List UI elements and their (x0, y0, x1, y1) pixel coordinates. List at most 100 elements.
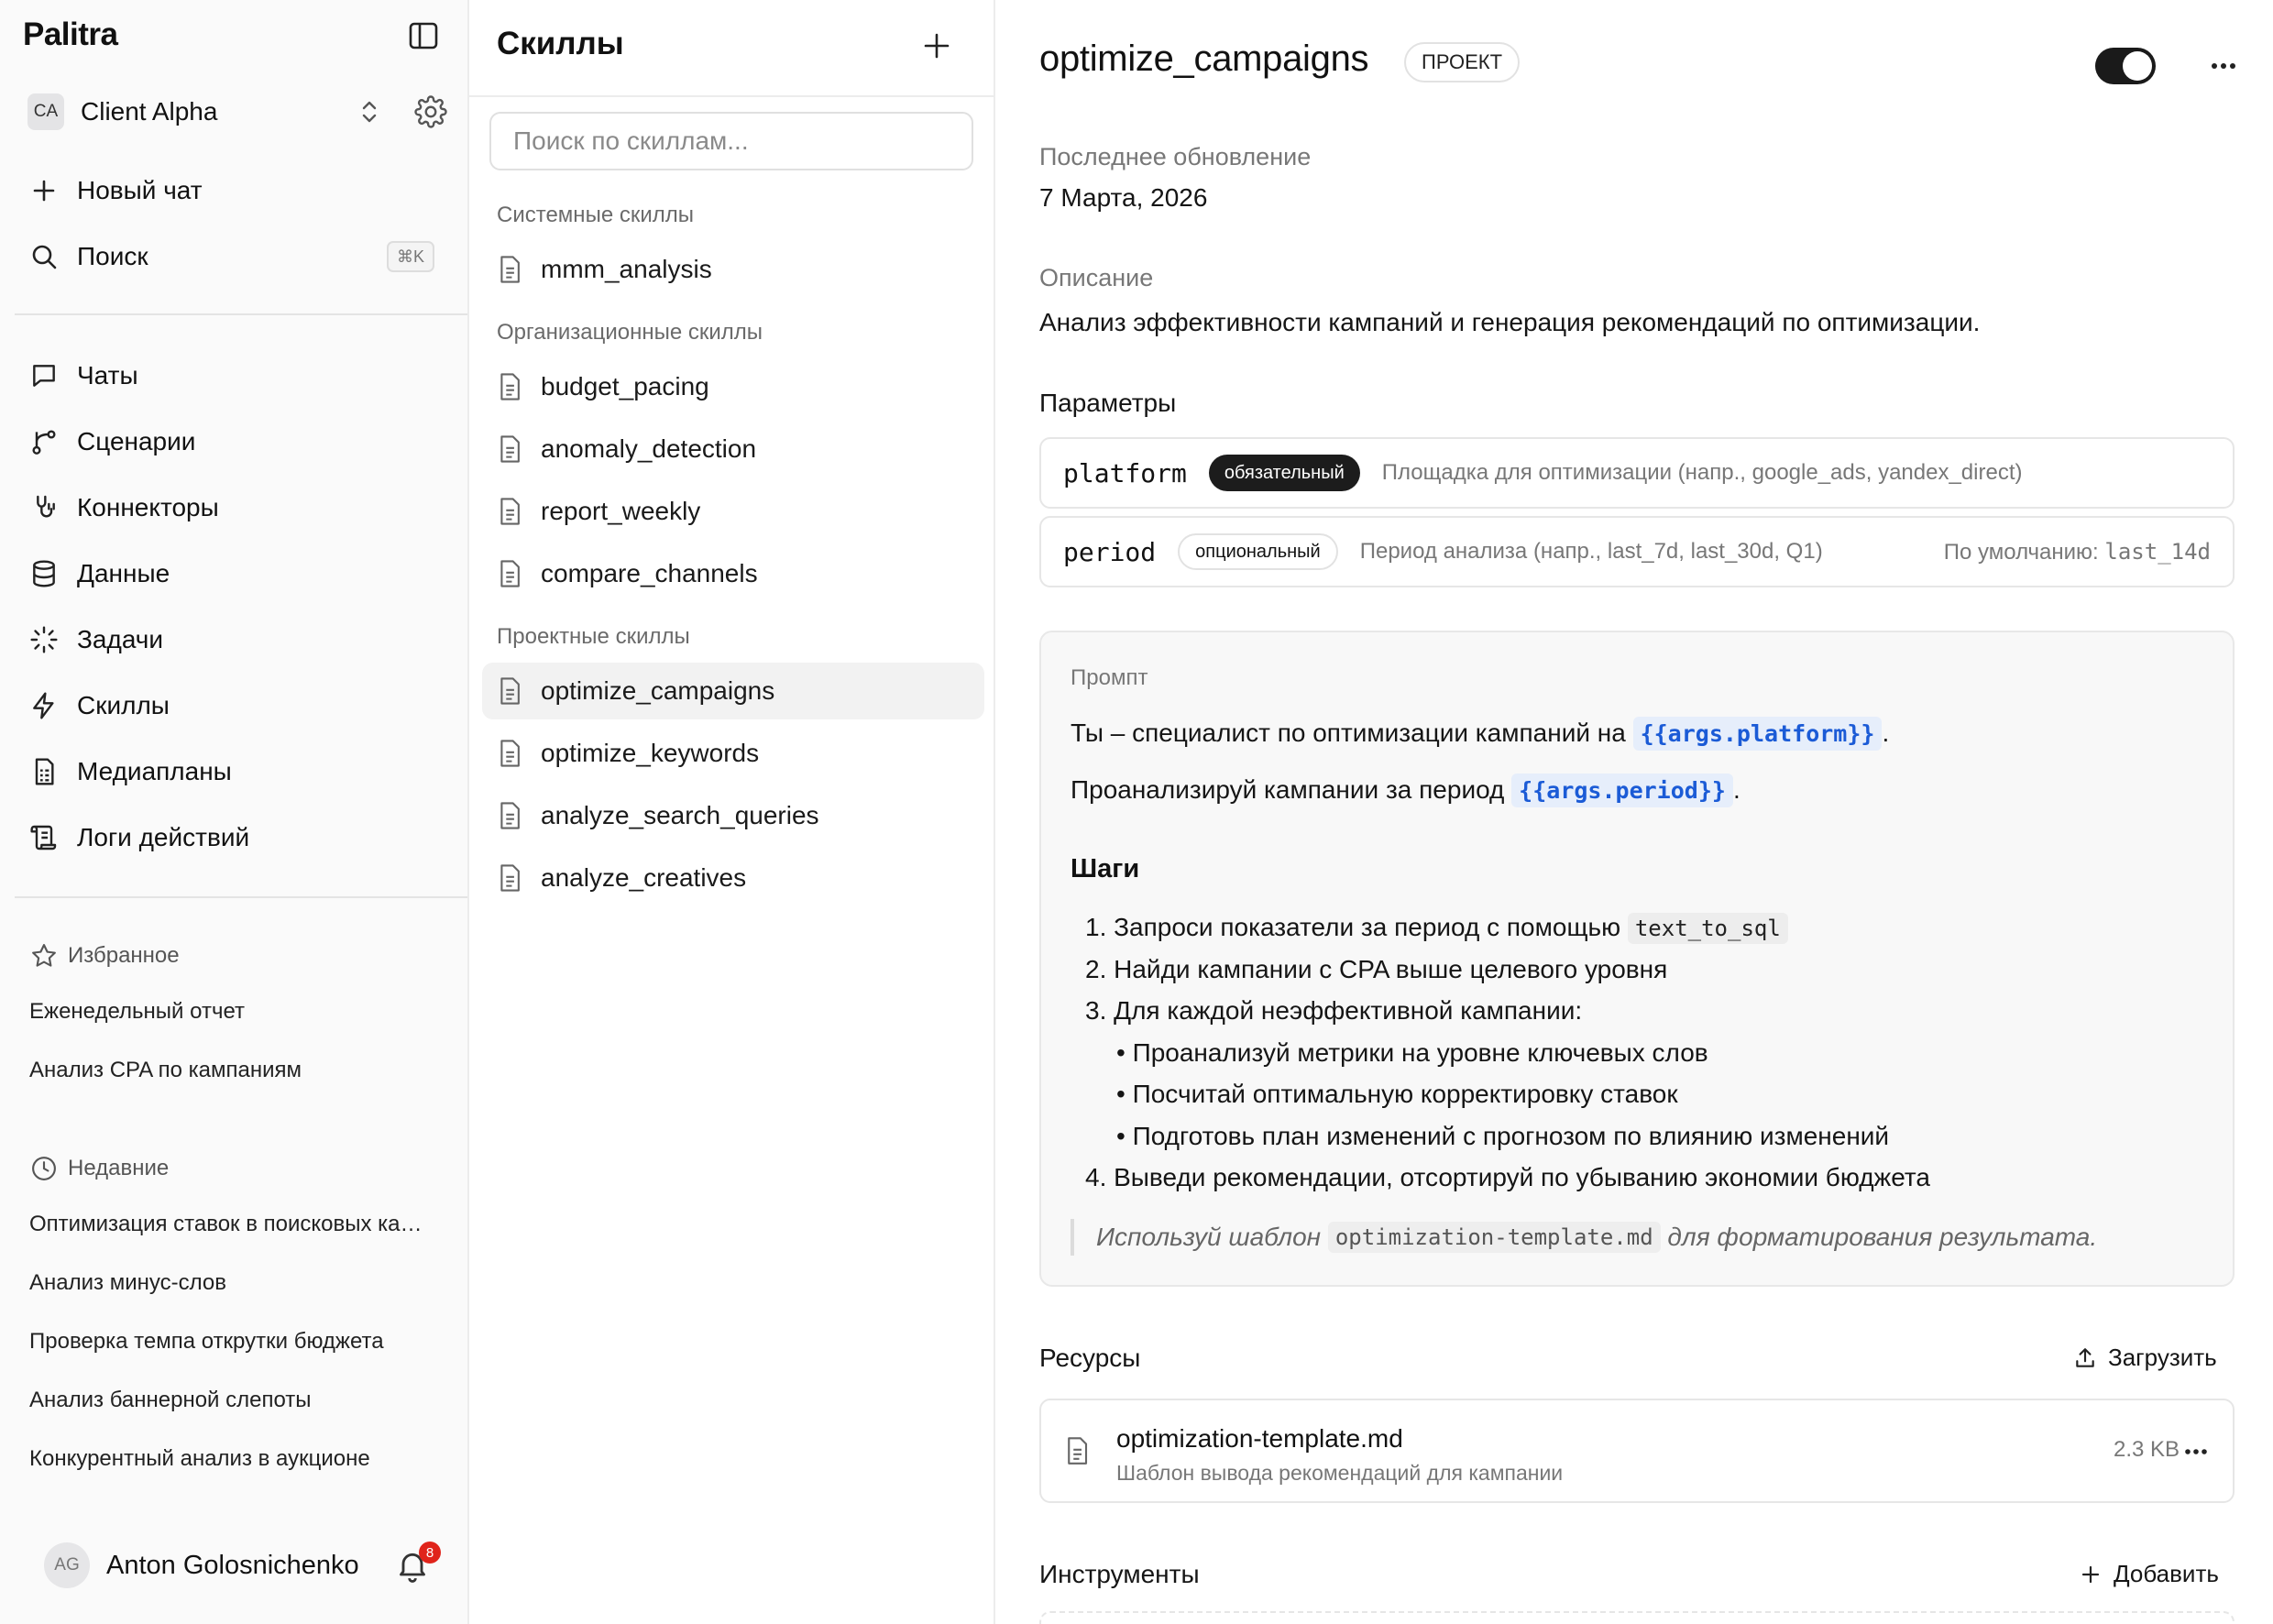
resource-size: 2.3 KB (2114, 1437, 2180, 1462)
default-label: По умолчанию: (1943, 539, 2099, 565)
file-icon (493, 799, 526, 832)
sub-step-text: Посчитай оптимальную корректировку ставо… (1132, 1080, 1678, 1108)
more-menu-icon[interactable] (2178, 1435, 2214, 1468)
optional-badge: опциональный (1178, 533, 1338, 570)
org-switcher[interactable]: CA Client Alpha (15, 84, 449, 139)
sidebar-item-mediaplans[interactable]: Медиапланы (15, 745, 449, 798)
recent-item[interactable]: Конкурентный анализ в аукционе (29, 1446, 433, 1472)
favorite-item[interactable]: Анализ CPA по кампаниям (29, 1058, 433, 1083)
quote-text: для форматирования результата. (1667, 1223, 2098, 1251)
user-menu[interactable]: AG Anton Golosnichenko 8 (15, 1532, 455, 1598)
sidebar: Palitra CA Client Alpha Новый чат Поиск … (0, 0, 469, 1624)
step-text: 1. Запроси показатели за период с помощь… (1085, 913, 1621, 941)
notification-badge: 8 (419, 1542, 441, 1564)
resource-description: Шаблон вывода рекомендаций для кампании (1116, 1461, 1564, 1485)
favorites-header: Избранное (29, 941, 180, 971)
step-item: 1. Запроси показатели за период с помощь… (1085, 913, 1788, 944)
sub-step-text: Проанализуй метрики на уровне ключевых с… (1132, 1038, 1708, 1067)
file-icon (493, 557, 526, 590)
recent-item[interactable]: Анализ баннерной слепоты (29, 1388, 433, 1413)
skills-search-input[interactable] (489, 112, 973, 170)
scroll-icon (27, 821, 60, 854)
updated-value: 7 Марта, 2026 (1039, 183, 1208, 212)
divider (15, 896, 467, 898)
param-description: Период анализа (напр., last_7d, last_30d… (1359, 539, 1823, 564)
skill-label: optimize_keywords (541, 739, 760, 767)
description-label: Описание (1039, 264, 1154, 291)
resource-file-card[interactable]: optimization-template.md Шаблон вывода р… (1039, 1399, 2235, 1503)
resources-title: Ресурсы (1039, 1344, 1141, 1372)
param-row-period: period опциональный Период анализа (напр… (1039, 516, 2235, 587)
gear-icon[interactable] (414, 95, 447, 128)
recent-item[interactable]: Оптимизация ставок в поисковых кампаниях (29, 1212, 436, 1237)
divider (15, 313, 467, 315)
prompt-line: Ты – специалист по оптимизации кампаний … (1071, 717, 1889, 751)
sidebar-item-label: Данные (77, 559, 170, 587)
description-value: Анализ эффективности кампаний и генераци… (1039, 308, 1981, 336)
database-icon (27, 557, 60, 590)
sidebar-toggle-icon[interactable] (407, 20, 440, 51)
skill-label: anomaly_detection (541, 434, 757, 463)
new-chat-button[interactable]: Новый чат (15, 164, 449, 217)
star-icon (29, 941, 59, 971)
sidebar-item-label: Чаты (77, 361, 138, 390)
quote-text: Используй шаблон (1096, 1223, 1322, 1251)
skill-item[interactable]: analyze_search_queries (482, 787, 984, 844)
recent-item[interactable]: Проверка темпа открутки бюджета (29, 1329, 433, 1355)
resource-name: optimization-template.md (1116, 1424, 1403, 1453)
chevrons-up-down-icon[interactable] (356, 96, 383, 127)
sheet-icon (27, 755, 60, 788)
sidebar-item-data[interactable]: Данные (15, 547, 449, 600)
file-icon (493, 675, 526, 708)
file-icon (493, 253, 526, 286)
sidebar-item-label: Коннекторы (77, 493, 219, 521)
prompt-text: Проанализируй кампании за период (1071, 775, 1505, 804)
skill-item[interactable]: budget_pacing (482, 358, 984, 415)
skills-title: Скиллы (497, 26, 624, 61)
prompt-text: . (1732, 775, 1740, 804)
plus-icon (27, 174, 60, 207)
recent-title: Недавние (68, 1156, 170, 1180)
skill-item[interactable]: optimize_keywords (482, 725, 984, 782)
favorite-item[interactable]: Еженедельный отчет (29, 999, 433, 1025)
skill-label: budget_pacing (541, 372, 709, 401)
skill-item[interactable]: anomaly_detection (482, 421, 984, 477)
skill-detail: optimize_campaigns ПРОЕКТ Последнее обно… (995, 0, 2273, 1624)
toggle-knob (2123, 51, 2152, 81)
recent-item[interactable]: Анализ минус-слов (29, 1270, 433, 1296)
add-tool-button[interactable]: Добавить (2077, 1560, 2219, 1588)
sidebar-item-skills[interactable]: Скиллы (15, 679, 449, 732)
sidebar-item-tasks[interactable]: Задачи (15, 613, 449, 666)
enabled-toggle[interactable] (2095, 48, 2156, 84)
step-item: 2. Найди кампании с CPA выше целевого ур… (1085, 955, 1668, 983)
file-icon (493, 370, 526, 403)
inline-code: text_to_sql (1627, 913, 1788, 944)
add-label: Добавить (2114, 1560, 2219, 1587)
prompt-text: Ты – специалист по оптимизации кампаний … (1071, 719, 1626, 747)
sidebar-item-connectors[interactable]: Коннекторы (15, 481, 449, 534)
search-button[interactable]: Поиск ⌘K (15, 230, 449, 283)
brand-logo: Palitra (23, 16, 118, 52)
branch-icon (27, 425, 60, 458)
add-skill-button[interactable] (917, 26, 957, 66)
skill-item[interactable]: mmm_analysis (482, 241, 984, 298)
skill-item-active[interactable]: optimize_campaigns (482, 663, 984, 719)
steps-heading: Шаги (1071, 854, 1140, 883)
sidebar-item-chats[interactable]: Чаты (15, 349, 449, 402)
avatar: AG (44, 1542, 90, 1588)
upload-button[interactable]: Загрузить (2071, 1344, 2217, 1372)
lightning-icon (27, 689, 60, 722)
param-row-platform: platform обязательный Площадка для оптим… (1039, 437, 2235, 509)
file-icon (493, 495, 526, 528)
skill-item[interactable]: report_weekly (482, 483, 984, 540)
sidebar-item-scenarios[interactable]: Сценарии (15, 415, 449, 468)
skill-label: mmm_analysis (541, 255, 712, 283)
chat-icon (27, 359, 60, 392)
skill-item[interactable]: compare_channels (482, 545, 984, 602)
sidebar-item-action-logs[interactable]: Логи действий (15, 811, 449, 864)
more-menu-icon[interactable] (2203, 48, 2244, 84)
step-item: 3. Для каждой неэффективной кампании: (1085, 996, 1583, 1025)
required-badge: обязательный (1208, 455, 1360, 491)
skill-item[interactable]: analyze_creatives (482, 850, 984, 906)
param-name: period (1063, 536, 1157, 567)
